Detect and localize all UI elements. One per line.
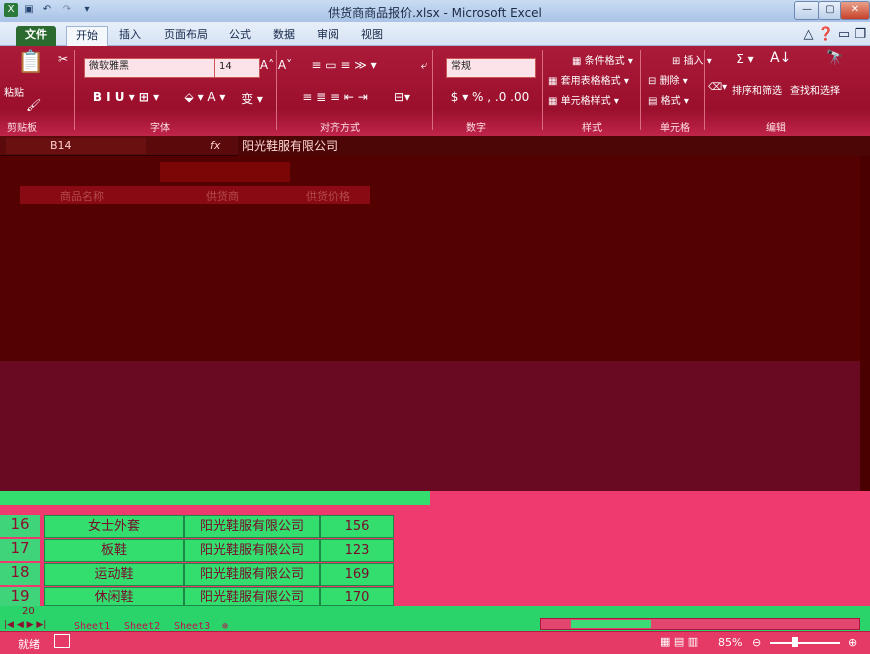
wrap-text-icon[interactable]: ⤶ <box>414 58 434 73</box>
cell-supplier-19[interactable]: 阳光鞋服有限公司 <box>184 587 320 606</box>
horizontal-scroll-thumb[interactable] <box>571 620 651 628</box>
tab-review[interactable]: 审阅 <box>310 26 346 46</box>
ghost-header-price: 供货价格 <box>306 190 350 203</box>
group-label-cells: 单元格 <box>660 123 690 134</box>
delete-cells-button[interactable]: ⊟ 删除 ▾ <box>648 72 688 87</box>
maximize-button[interactable]: ▢ <box>818 1 842 20</box>
macro-record-icon[interactable] <box>54 634 70 648</box>
cell-name-19[interactable]: 休闲鞋 <box>44 587 184 606</box>
group-label-alignment: 对齐方式 <box>320 123 360 134</box>
formula-input[interactable]: 阳光鞋服有限公司 <box>238 136 870 156</box>
insert-cells-button[interactable]: ⊞ 插入 ▾ <box>672 52 712 67</box>
grid-middle-area <box>0 361 860 491</box>
row-15-fragment <box>0 491 430 505</box>
row-header-18[interactable]: 18 <box>0 563 40 585</box>
ghost-header-name: 商品名称 <box>60 190 104 203</box>
bold-italic-underline-icon[interactable]: B I U ▾ ⊞ ▾ <box>66 90 186 104</box>
cell-name-18[interactable]: 运动鞋 <box>44 563 184 586</box>
cell-supplier-18[interactable]: 阳光鞋服有限公司 <box>184 563 320 586</box>
tab-insert[interactable]: 插入 <box>112 26 148 46</box>
tab-data[interactable]: 数据 <box>266 26 302 46</box>
format-cells-button[interactable]: ▤ 格式 ▾ <box>648 92 689 107</box>
tab-home[interactable]: 开始 <box>66 26 108 47</box>
font-size-combo[interactable]: 14 <box>214 58 260 78</box>
status-bar: 就绪 ▦ ▤ ▥ 85% ⊖ ⊕ <box>0 631 870 654</box>
find-icon[interactable]: 🔭 <box>820 50 850 66</box>
tab-view[interactable]: 视图 <box>354 26 390 46</box>
phonetic-icon[interactable]: 变 ▾ <box>240 90 264 107</box>
zoom-in-icon[interactable]: ⊕ <box>848 636 857 649</box>
grid-lower-area: 16 女士外套 阳光鞋服有限公司 156 17 板鞋 阳光鞋服有限公司 123 … <box>0 491 870 606</box>
title-bar: X ▣ ↶ ↷ ▾ 供货商商品报价.xlsx - Microsoft Excel… <box>0 0 870 22</box>
merge-cells-icon[interactable]: ⊟▾ <box>392 90 412 104</box>
row-header-19[interactable]: 19 <box>0 587 40 606</box>
grid-upper-area: 商品名称 供货商 供货价格 <box>0 156 860 361</box>
tab-file[interactable]: 文件 <box>16 26 56 46</box>
worksheet-grid[interactable]: 商品名称 供货商 供货价格 16 女士外套 阳光鞋服有限公司 156 17 板鞋… <box>0 156 870 606</box>
align-top-icon[interactable]: ≡ ▭ ≡ ≫ ▾ <box>304 58 384 72</box>
row-header-20[interactable]: 20 <box>22 606 42 620</box>
cell-supplier-16[interactable]: 阳光鞋服有限公司 <box>184 515 320 538</box>
find-select-button[interactable]: 查找和选择 <box>790 82 840 97</box>
window-title: 供货商商品报价.xlsx - Microsoft Excel <box>328 6 542 20</box>
tab-formulas[interactable]: 公式 <box>222 26 258 46</box>
clear-icon[interactable]: ⌫▾ <box>708 82 727 93</box>
group-label-clipboard: 剪贴板 <box>7 123 37 134</box>
cell-name-17[interactable]: 板鞋 <box>44 539 184 562</box>
zoom-level[interactable]: 85% <box>718 636 742 649</box>
paste-icon[interactable]: 📋 <box>16 50 46 75</box>
fill-color-icon[interactable]: ⬙ ▾ A ▾ <box>180 90 230 104</box>
insert-function-button[interactable]: fx <box>210 138 230 154</box>
row-header-17[interactable]: 17 <box>0 539 40 561</box>
group-label-styles: 样式 <box>582 123 602 134</box>
zoom-slider[interactable] <box>770 642 840 644</box>
cell-price-17[interactable]: 123 <box>320 539 394 562</box>
group-label-editing: 编辑 <box>766 123 786 134</box>
minimize-button[interactable]: — <box>794 1 820 20</box>
align-horizontal-icon[interactable]: ≡ ≣ ≡ ⇤ ⇥ <box>280 90 390 104</box>
horizontal-scrollbar[interactable] <box>540 618 860 630</box>
cell-name-16[interactable]: 女士外套 <box>44 515 184 538</box>
conditional-formatting-button[interactable]: ▦ 条件格式 ▾ <box>572 52 633 67</box>
zoom-out-icon[interactable]: ⊖ <box>752 636 761 649</box>
ribbon-help-controls[interactable]: △ ❓ ▭ ❐ <box>780 26 870 46</box>
ghost-header-supplier: 供货商 <box>206 190 239 203</box>
view-buttons[interactable]: ▦ ▤ ▥ <box>660 635 698 648</box>
cell-styles-button[interactable]: ▦ 单元格样式 ▾ <box>548 92 619 107</box>
tab-page-layout[interactable]: 页面布局 <box>160 26 212 46</box>
group-label-number: 数字 <box>466 123 486 134</box>
format-as-table-button[interactable]: ▦ 套用表格格式 ▾ <box>548 72 629 87</box>
cell-price-19[interactable]: 170 <box>320 587 394 606</box>
row-header-16[interactable]: 16 <box>0 515 40 537</box>
status-ready: 就绪 <box>18 638 40 651</box>
close-button[interactable]: ✕ <box>840 1 870 20</box>
formula-bar: B14 fx 阳光鞋服有限公司 <box>0 136 870 156</box>
ghost-header-row: 商品名称 供货商 供货价格 <box>20 186 370 204</box>
autosum-icon[interactable]: Σ ▾ <box>730 52 760 66</box>
name-box[interactable]: B14 <box>6 138 146 154</box>
zoom-slider-thumb[interactable] <box>792 637 798 647</box>
ribbon-tabs: 文件 开始 插入 页面布局 公式 数据 审阅 视图 △ ❓ ▭ ❐ <box>0 22 870 47</box>
ghost-column-header <box>160 162 290 182</box>
paste-label: 粘贴 <box>4 88 24 99</box>
number-format-combo[interactable]: 常规 <box>446 58 536 78</box>
sort-icon[interactable]: A↓ <box>770 50 791 66</box>
cell-price-16[interactable]: 156 <box>320 515 394 538</box>
format-painter-icon[interactable]: 🖌 <box>26 98 41 112</box>
sheet-tab-bar: 20 |◀ ◀ ▶ ▶| Sheet1 Sheet2 Sheet3 ⊕ <box>0 606 870 632</box>
cell-supplier-17[interactable]: 阳光鞋服有限公司 <box>184 539 320 562</box>
cut-icon[interactable]: ✂ <box>56 52 70 66</box>
sort-filter-button[interactable]: 排序和筛选 <box>732 82 782 97</box>
group-label-font: 字体 <box>150 123 170 134</box>
number-format-icons[interactable]: $ ▾ % , .0 .00 <box>440 90 540 104</box>
cell-price-18[interactable]: 169 <box>320 563 394 586</box>
ribbon: 📋 粘贴 ✂ 🖌 微软雅黑 14 A˄ A˅ B I U ▾ ⊞ ▾ ⬙ ▾ A… <box>0 46 870 136</box>
